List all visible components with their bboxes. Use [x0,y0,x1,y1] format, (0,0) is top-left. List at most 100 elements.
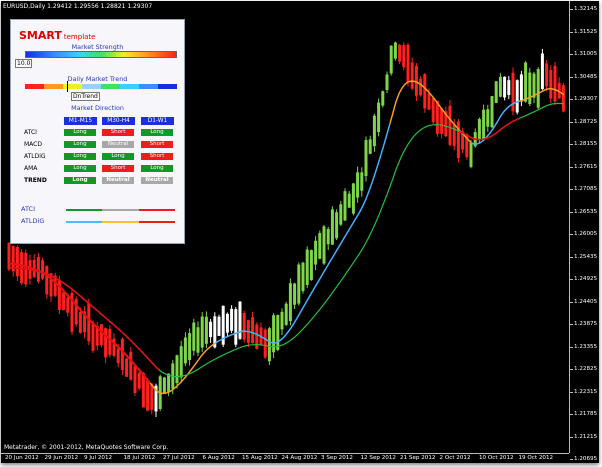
candle-body [452,124,456,147]
candle-body [423,74,427,109]
candle-body [99,324,103,346]
candle-body [372,115,376,147]
candle-body [335,212,339,239]
price-label: 1.27615 [574,163,598,170]
signal-cell: Long [102,153,134,160]
candle-body [519,74,523,102]
candle-body [183,337,187,364]
price-label: 1.22315 [574,388,598,395]
price-tick [570,234,573,235]
date-label: 12 Sep 2012 [360,455,396,461]
candle-body [305,249,309,285]
price-tick [570,256,573,258]
price-label: 1.24925 [574,276,598,282]
market-strength-title: Market Strength [71,43,124,51]
chart-window[interactable]: EURUSD,Daily 1.29412 1.29556 1.28821 1.2… [1,1,599,463]
signal-cell: Long [141,129,173,136]
candle-body [540,53,544,90]
price-tick [570,31,573,33]
date-axis[interactable]: 20 Jun 2012 29 Jun 2012 9 Jul 2012 18 Jul 2… [1,453,569,463]
signal-cell: Long [64,165,96,172]
signal-cell: Short [141,153,173,160]
candle-body [389,45,393,74]
date-label: 18 Jul 2012 [123,455,156,461]
candle-body [267,328,271,362]
candle-body [385,74,389,90]
legend-line [66,209,175,211]
candle-body [293,283,297,305]
price-tick [570,54,573,55]
candle-body [419,78,423,96]
candle-body [7,242,11,270]
copyright-text: Metatrader, © 2001-2012, MetaQuotes Soft… [4,444,169,451]
column-header-m1-m15: M1-M15 [64,117,97,125]
candle-body [15,246,19,277]
candle-body [45,266,49,295]
candle-body [297,264,301,304]
candle-body [360,172,364,191]
candle-body [469,142,473,167]
price-label: 1.26005 [574,231,598,237]
date-label: 21 Sep 2012 [400,455,436,461]
date-label: 19 Oct 2012 [518,455,554,461]
candle-body [528,72,532,105]
candle-body [318,233,322,259]
candle-body [204,316,208,344]
candle-body [482,109,486,141]
signal-cell: Neutral [102,141,134,148]
candle-body [108,328,112,355]
candle-body [545,63,549,87]
price-axis[interactable]: 1.32145 1.31525 1.31005 1.30485 1.29307 1.287… [569,1,599,462]
price-label: 1.31005 [574,51,598,57]
indicator-label: ATCI [24,129,37,136]
price-tick [570,166,573,168]
candle-body [125,358,129,377]
price-label: 1.27085 [574,186,598,192]
date-label: 27 Jul 2012 [163,455,195,461]
candle-body [78,312,82,333]
candle-body [288,283,292,322]
price-tick [570,121,573,123]
candle-body [406,44,410,83]
candle-body [209,321,213,338]
price-label: 1.21215 [574,433,598,440]
brand-name: SMART [19,29,62,42]
candle-body [339,204,343,225]
price-tick [570,459,573,460]
market-strength-bar [25,51,177,58]
price-tick [570,414,573,415]
candle-body [532,73,536,98]
candle-body [200,316,204,348]
candle-body [498,76,502,97]
candle-body [486,109,490,127]
candle-body [507,80,511,95]
candle-body [511,72,515,112]
candle-body [242,313,246,340]
price-label: 1.28155 [574,141,598,147]
candle-body [322,226,326,264]
price-tick [570,346,573,348]
price-tick [570,9,573,10]
candle-body [217,316,221,336]
price-label: 1.24405 [574,298,598,305]
candle-body [116,348,120,364]
price-tick [570,436,573,438]
candle-body [356,172,360,198]
candle-body [188,333,192,361]
candle-body [120,338,124,370]
date-label: 20 Jun 2012 [5,455,39,461]
price-tick [570,189,573,190]
signal-cell: Short [102,165,134,172]
candle-body [351,183,355,214]
price-tick [570,369,573,370]
price-tick [570,279,573,280]
candle-body [347,193,351,208]
candle-body [515,80,519,113]
smart-template-panel[interactable]: SMART template Market Strength 10.0 Daily… [10,19,185,244]
price-label: 1.29307 [574,96,598,102]
candle-body [91,322,95,351]
date-label: 15 Aug 2012 [242,455,278,461]
date-label: 24 Aug 2012 [281,455,318,461]
candle-body [477,119,481,140]
daily-trend-value: DnTrend [71,92,100,101]
